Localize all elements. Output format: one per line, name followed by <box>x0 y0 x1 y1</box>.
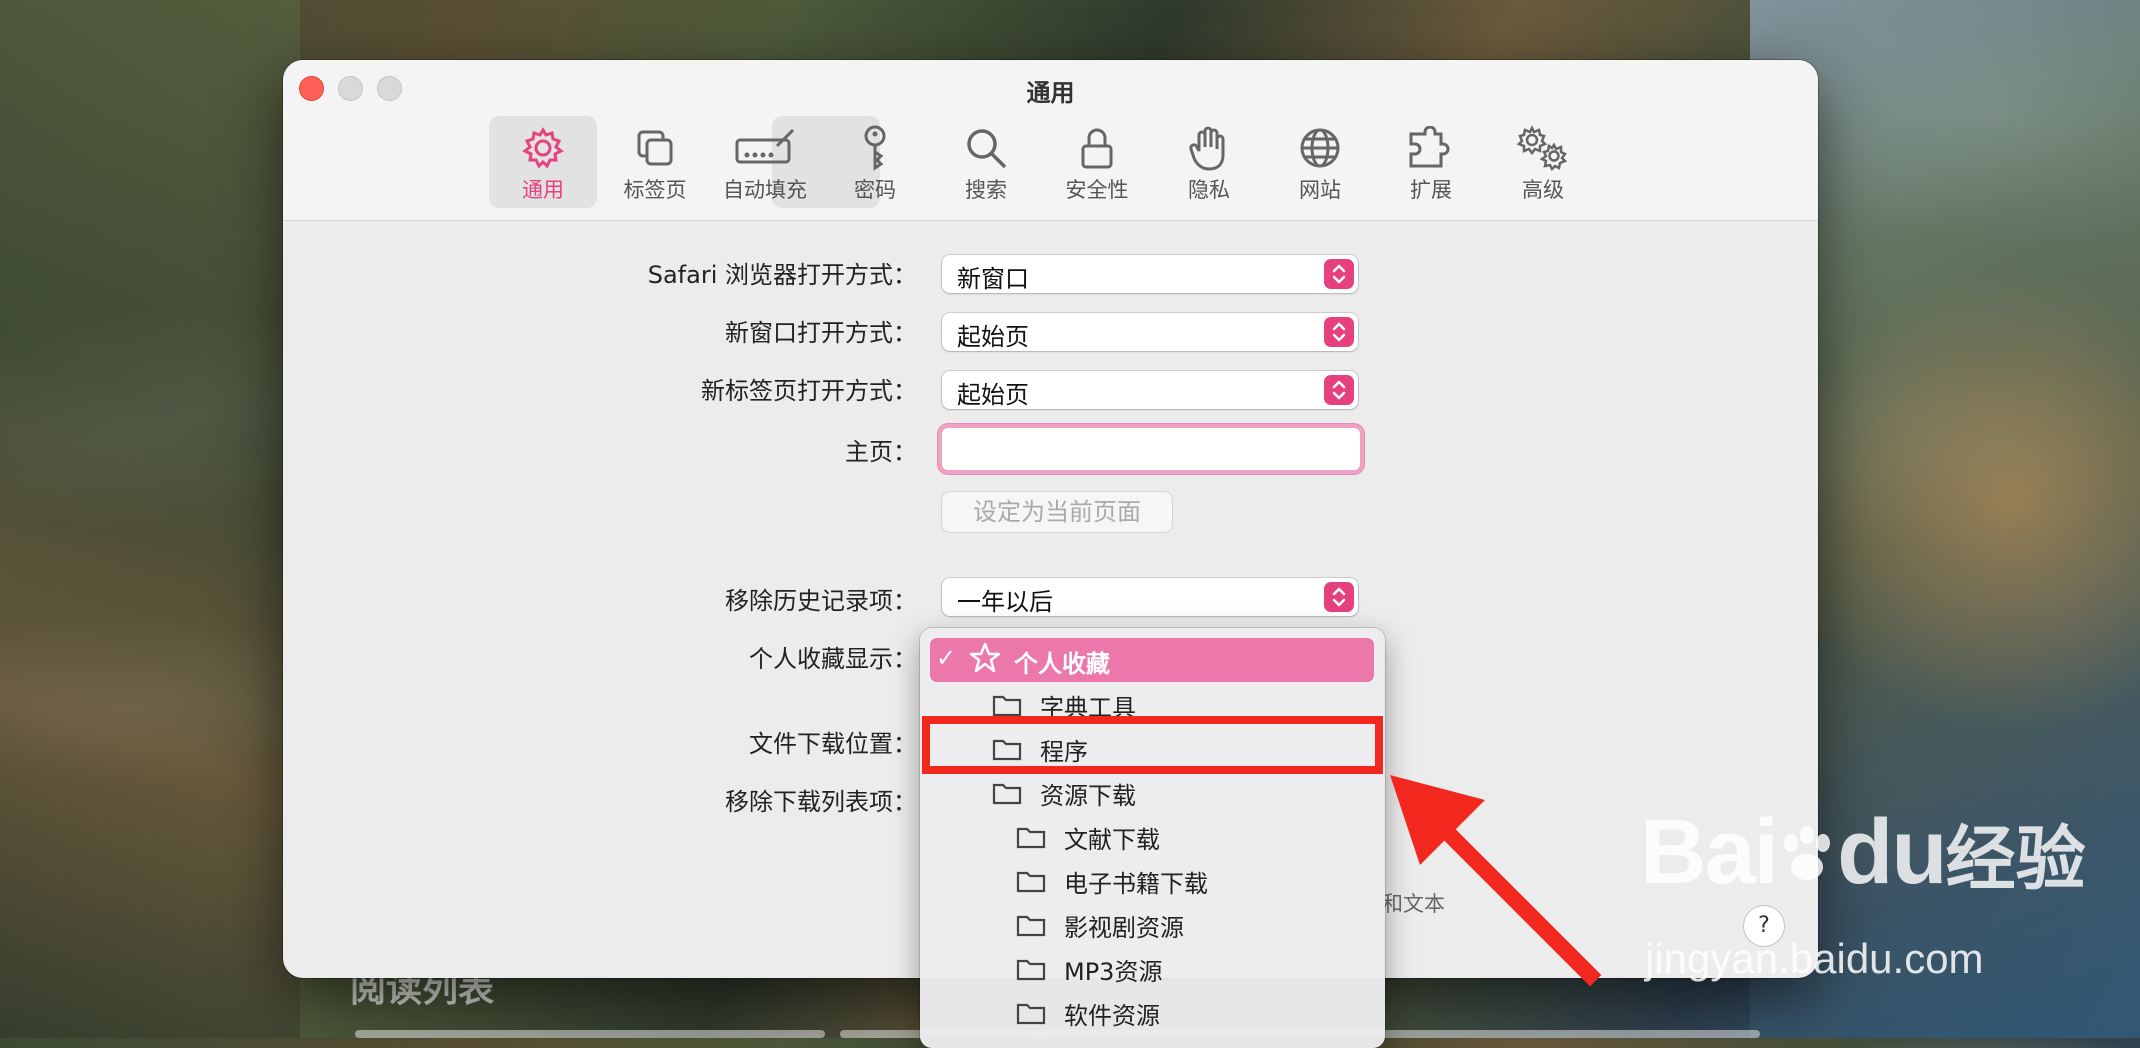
folder-icon <box>1016 1001 1046 1031</box>
watermark-url: jingyan.baidu.com <box>1645 935 1984 982</box>
tab-label: 网站 <box>1299 178 1341 202</box>
chevron-updown-icon <box>1324 375 1354 405</box>
search-icon <box>932 124 1040 172</box>
tab-label: 隐私 <box>1188 178 1230 202</box>
gears-icon <box>1489 124 1597 172</box>
tab-security[interactable]: 安全性 <box>1043 116 1151 208</box>
background-mountains-left <box>0 0 300 1038</box>
annotation-highlight-box <box>922 716 1383 774</box>
watermark-brand: Bai <box>1640 801 1779 903</box>
tab-label: 安全性 <box>1065 178 1129 202</box>
menu-item-folder[interactable]: 文献下载 <box>930 814 1374 858</box>
tab-websites[interactable]: 网站 <box>1266 116 1374 208</box>
tab-search[interactable]: 搜索 <box>932 116 1040 208</box>
lock-icon <box>1043 124 1151 172</box>
homepage-input[interactable] <box>942 428 1360 470</box>
menu-item-label: 资源下载 <box>1040 782 1136 810</box>
checkmark-icon: ✓ <box>936 644 957 672</box>
favorites-label: 个人收藏显示： <box>749 645 917 673</box>
menu-item-folder[interactable]: 资源下载 <box>930 770 1374 814</box>
chevron-updown-icon <box>1324 259 1354 289</box>
tab-privacy[interactable]: 隐私 <box>1155 116 1263 208</box>
new-window-select[interactable]: 起始页 <box>942 313 1358 351</box>
menu-item-label: 影视剧资源 <box>1064 914 1184 942</box>
baidu-watermark-logo: Bai du经验 <box>1640 800 2086 905</box>
annotation-arrow-icon <box>1390 775 1602 987</box>
set-current-page-button[interactable]: 设定为当前页面 <box>942 492 1172 532</box>
select-value: 一年以后 <box>957 588 1053 616</box>
menu-item-label: MP3资源 <box>1064 958 1163 986</box>
tab-extensions[interactable]: 扩展 <box>1377 116 1485 208</box>
remove-download-label: 移除下载列表项： <box>725 788 917 816</box>
safari-open-select[interactable]: 新窗口 <box>942 255 1358 293</box>
folder-icon <box>1016 957 1046 987</box>
tab-advanced[interactable]: 高级 <box>1489 116 1597 208</box>
folder-icon <box>1016 913 1046 943</box>
new-tab-select[interactable]: 起始页 <box>942 371 1358 409</box>
favorites-dropdown-menu: ✓ 个人收藏 字典工具 程序 资源下载 文献下载 电子书籍下载 影视剧资源 MP… <box>920 628 1385 1048</box>
select-value: 起始页 <box>957 323 1029 351</box>
menu-item-label: 文献下载 <box>1064 826 1160 854</box>
menu-item-favorites[interactable]: ✓ 个人收藏 <box>930 638 1374 682</box>
puzzle-icon <box>1377 124 1485 172</box>
tab-label: 高级 <box>1522 178 1564 202</box>
watermark-brand2: du <box>1837 801 1947 903</box>
folder-icon <box>1016 869 1046 899</box>
chevron-updown-icon <box>1324 582 1354 612</box>
globe-icon <box>1266 124 1374 172</box>
watermark-suffix: 经验 <box>1945 818 2086 900</box>
background-bar <box>355 1030 825 1038</box>
chevron-updown-icon <box>1324 317 1354 347</box>
menu-item-label: 软件资源 <box>1064 1002 1160 1030</box>
form-labels: Safari 浏览器打开方式： 新窗口打开方式： 新标签页打开方式： 主页： 移… <box>283 60 917 978</box>
menu-item-folder[interactable]: 电子书籍下载 <box>930 858 1374 902</box>
menu-item-folder[interactable]: 软件资源 <box>930 990 1374 1034</box>
tab-label: 搜索 <box>965 178 1007 202</box>
safari-open-label: Safari 浏览器打开方式： <box>647 261 917 289</box>
menu-item-folder[interactable]: MP3资源 <box>930 946 1374 990</box>
star-icon <box>968 641 1002 681</box>
remove-history-select[interactable]: 一年以后 <box>942 578 1358 616</box>
select-value: 起始页 <box>957 381 1029 409</box>
remove-history-label: 移除历史记录项： <box>725 587 917 615</box>
homepage-label: 主页： <box>845 438 917 466</box>
new-window-label: 新窗口打开方式： <box>725 319 917 347</box>
menu-item-folder[interactable]: 影视剧资源 <box>930 902 1374 946</box>
folder-icon <box>992 781 1022 811</box>
select-value: 新窗口 <box>957 265 1029 293</box>
hand-icon <box>1155 124 1263 172</box>
menu-item-label: 电子书籍下载 <box>1064 870 1208 898</box>
tab-label: 扩展 <box>1410 178 1452 202</box>
menu-item-label: 个人收藏 <box>1014 650 1110 678</box>
download-location-label: 文件下载位置： <box>749 730 917 758</box>
folder-icon <box>1016 825 1046 855</box>
new-tab-label: 新标签页打开方式： <box>701 377 917 405</box>
